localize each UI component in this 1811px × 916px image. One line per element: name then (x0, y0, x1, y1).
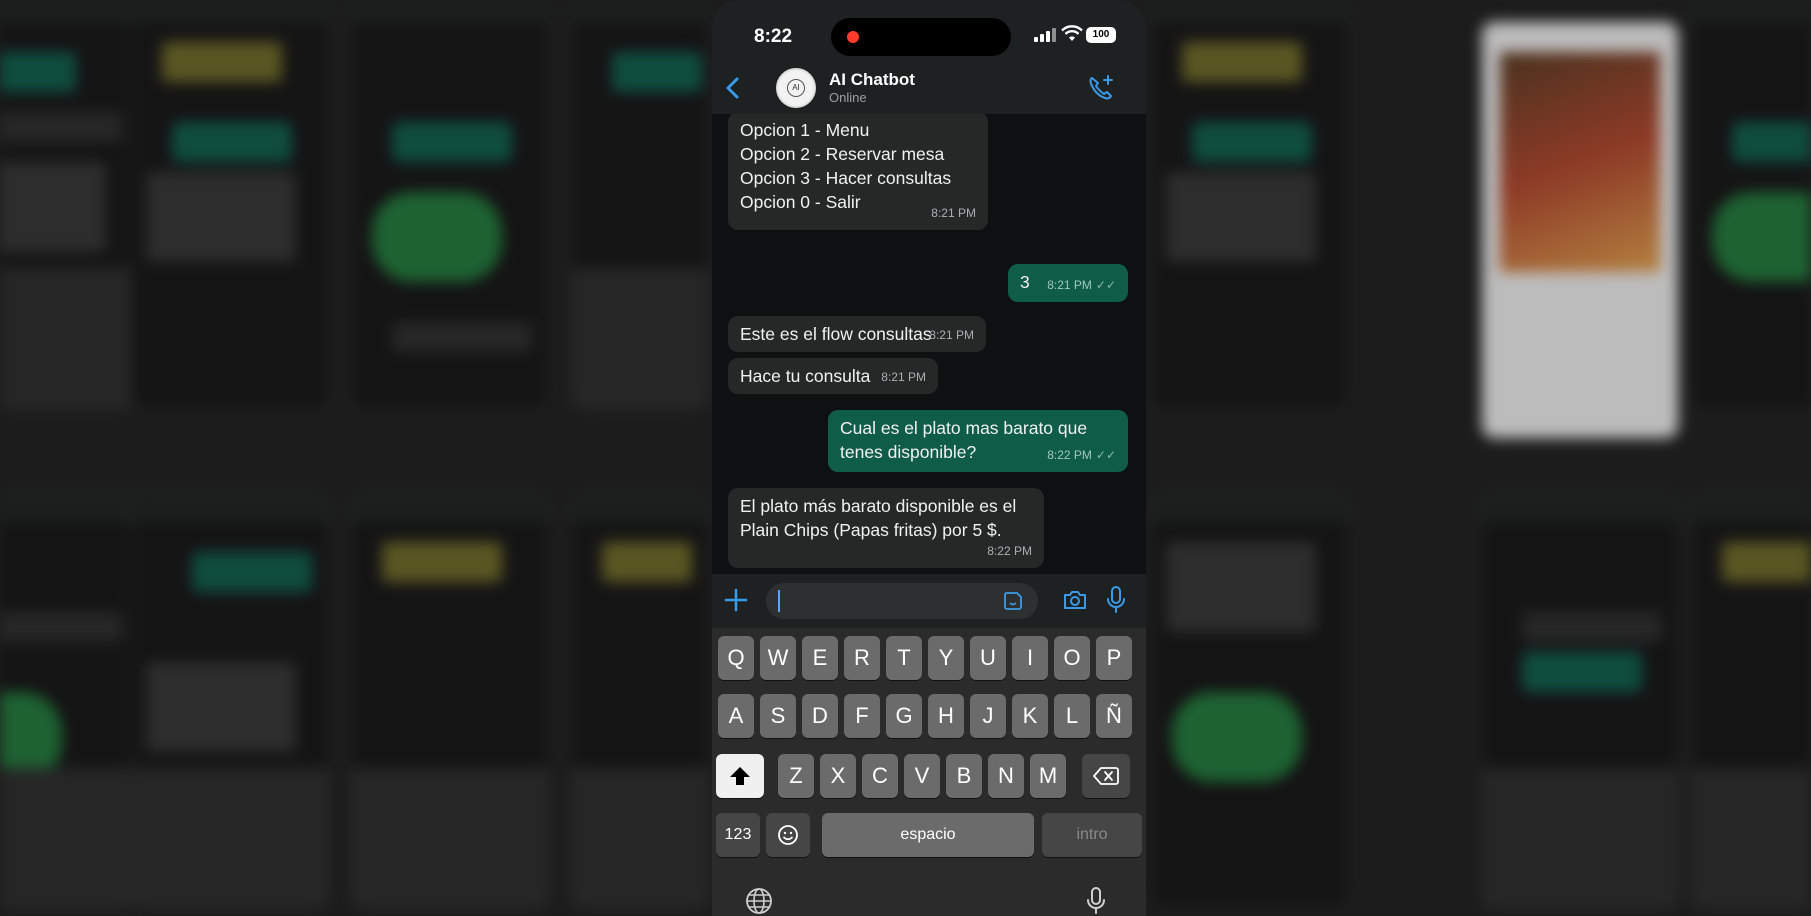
keyboard: Q W E R T Y U I O P A S D F G H J K L Ñ … (712, 628, 1146, 916)
background-phone (350, 0, 550, 410)
key-o[interactable]: O (1054, 636, 1090, 680)
message-line: El plato más barato disponible es el (740, 496, 1017, 516)
message-bubble[interactable]: Hace tu consulta 8:21 PM (728, 358, 938, 394)
background-phone (0, 0, 140, 410)
key-l[interactable]: L (1054, 694, 1090, 738)
key-v[interactable]: V (904, 754, 940, 798)
camera-icon[interactable] (1062, 588, 1088, 612)
contact-name[interactable]: AI Chatbot (829, 70, 915, 90)
background-phone (570, 0, 710, 410)
chat-thread: Opcion 1 - Menu Opcion 2 - Reservar mesa… (712, 114, 1146, 574)
key-q[interactable]: Q (718, 636, 754, 680)
message-time: 8:21 PM (931, 206, 976, 220)
return-key[interactable]: intro (1042, 813, 1142, 857)
message-time: 8:21 PM ✓✓ (1047, 273, 1116, 297)
signal-icon (1034, 28, 1056, 42)
message-bubble[interactable]: Opcion 1 - Menu Opcion 2 - Reservar mesa… (728, 114, 988, 230)
background-phone (570, 490, 710, 910)
status-time: 8:22 (754, 26, 793, 47)
key-i[interactable]: I (1012, 636, 1048, 680)
phone-screen: 8:22 100 AI AI Chatbot Online Opcion 1 -… (712, 0, 1146, 916)
key-j[interactable]: J (970, 694, 1006, 738)
key-g[interactable]: G (886, 694, 922, 738)
key-y[interactable]: Y (928, 636, 964, 680)
read-ticks-icon: ✓✓ (1095, 278, 1116, 292)
message-line: Opcion 1 - Menu (740, 120, 870, 140)
key-a[interactable]: A (718, 694, 754, 738)
shift-key[interactable] (716, 754, 764, 798)
contact-status: Online (829, 90, 867, 105)
numbers-key[interactable]: 123 (716, 813, 760, 857)
key-k[interactable]: K (1012, 694, 1048, 738)
key-w[interactable]: W (760, 636, 796, 680)
status-bar: 8:22 100 (712, 0, 1146, 70)
message-line: Opcion 2 - Reservar mesa (740, 144, 945, 164)
background-phone (1150, 490, 1350, 910)
key-r[interactable]: R (844, 636, 880, 680)
globe-icon[interactable] (744, 886, 774, 916)
background-phone (1690, 490, 1811, 910)
key-s[interactable]: S (760, 694, 796, 738)
wifi-icon (1061, 25, 1083, 41)
call-add-icon[interactable] (1086, 73, 1116, 103)
text-caret (778, 590, 780, 612)
key-h[interactable]: H (928, 694, 964, 738)
message-time: 8:22 PM ✓✓ (1047, 443, 1116, 467)
emoji-icon (778, 825, 798, 845)
mic-icon[interactable] (1106, 585, 1126, 615)
message-bubble[interactable]: 3 8:21 PM ✓✓ (1008, 264, 1128, 302)
message-input[interactable] (766, 583, 1038, 619)
key-z[interactable]: Z (778, 754, 814, 798)
message-bubble[interactable]: El plato más barato disponible es el Pla… (728, 488, 1044, 568)
key-x[interactable]: X (820, 754, 856, 798)
read-ticks-icon: ✓✓ (1095, 448, 1116, 462)
message-time: 8:21 PM (881, 370, 926, 384)
key-p[interactable]: P (1096, 636, 1132, 680)
avatar-logo: AI (787, 79, 805, 97)
key-f[interactable]: F (844, 694, 880, 738)
key-c[interactable]: C (862, 754, 898, 798)
message-time: 8:22 PM (987, 544, 1032, 558)
recording-indicator-icon (847, 31, 859, 43)
chat-header: AI AI Chatbot Online (712, 62, 1146, 114)
message-time: 8:21 PM (929, 328, 974, 342)
background-phone (130, 490, 330, 910)
message-bubble[interactable]: Cual es el plato mas barato que tenes di… (828, 410, 1128, 472)
key-m[interactable]: M (1030, 754, 1066, 798)
background-phone (0, 490, 140, 910)
message-line: Opcion 3 - Hacer consultas (740, 168, 952, 188)
sticker-icon[interactable] (1002, 590, 1024, 612)
key-t[interactable]: T (886, 636, 922, 680)
key-d[interactable]: D (802, 694, 838, 738)
background-phone (1480, 20, 1680, 440)
background-phone (350, 490, 550, 910)
key-e[interactable]: E (802, 636, 838, 680)
emoji-key[interactable] (766, 813, 810, 857)
background-phone (130, 0, 330, 410)
background-phone (1480, 490, 1680, 910)
background-phone (1690, 0, 1811, 410)
dictation-mic-icon[interactable] (1086, 886, 1106, 916)
background-phone (1150, 0, 1350, 410)
plus-icon[interactable] (722, 586, 750, 614)
back-icon[interactable] (722, 74, 744, 102)
message-line: Cual es el plato mas barato que (840, 418, 1088, 438)
key-n[interactable]: N (988, 754, 1024, 798)
backspace-key[interactable] (1082, 754, 1130, 798)
battery-icon: 100 (1086, 27, 1116, 43)
key-enye[interactable]: Ñ (1096, 694, 1132, 738)
backspace-icon (1093, 767, 1119, 785)
space-key[interactable]: espacio (822, 813, 1034, 857)
shift-icon (730, 767, 750, 785)
message-bubble[interactable]: Este es el flow consultas 8:21 PM (728, 316, 986, 352)
key-b[interactable]: B (946, 754, 982, 798)
dynamic-island (831, 18, 1011, 56)
compose-bar (712, 574, 1146, 628)
avatar[interactable]: AI (776, 68, 816, 108)
key-u[interactable]: U (970, 636, 1006, 680)
